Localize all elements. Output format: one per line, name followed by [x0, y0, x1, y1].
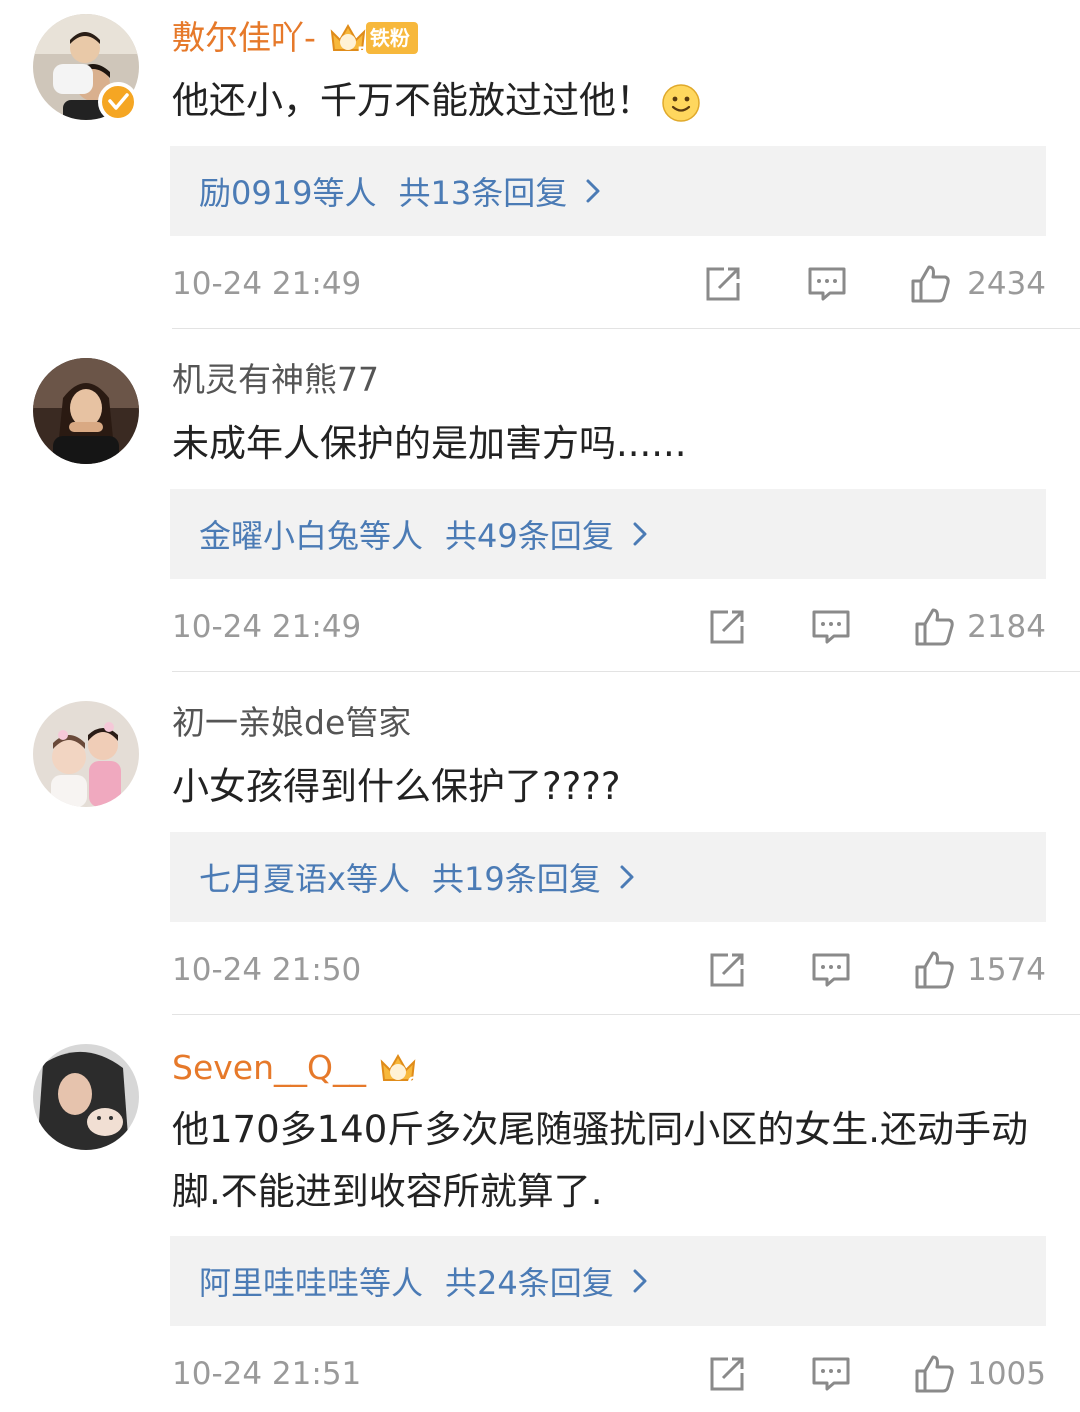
username[interactable]: 初一亲娘de管家	[172, 701, 411, 745]
username[interactable]: 机灵有神熊77	[172, 358, 379, 402]
divider	[172, 328, 1080, 329]
fan-badge: 铁粉	[365, 22, 418, 54]
comment-text: 未成年人保护的是加害方吗......	[172, 413, 1052, 475]
reply-suffix: 等人	[345, 860, 410, 898]
username[interactable]: Seven__Q__	[172, 1046, 366, 1090]
like-button[interactable]	[913, 949, 955, 991]
comment-button[interactable]	[810, 1353, 852, 1395]
like-icon	[915, 608, 954, 646]
avatar[interactable]	[33, 1044, 139, 1150]
repost-button[interactable]	[702, 263, 744, 305]
like-icon	[915, 1355, 954, 1393]
comment-icon	[812, 953, 850, 987]
chevron-right-icon	[620, 865, 634, 889]
like-count: 2434	[967, 266, 1046, 302]
name-row: Seven__Q__ 6	[172, 1046, 420, 1090]
comment-icon	[812, 1357, 850, 1391]
chevron-right-icon	[633, 522, 647, 546]
comment-text: 他还小，千万不能放过过他！	[172, 70, 1052, 132]
reply-count[interactable]: 共13条回复	[398, 168, 567, 214]
reply-summary[interactable]: 阿里哇哇哇 等人 共24条回复	[170, 1236, 1046, 1326]
like-button[interactable]	[909, 263, 951, 305]
reply-users[interactable]: 励0919	[199, 168, 312, 214]
comment-button[interactable]	[806, 263, 848, 305]
comment-button[interactable]	[810, 606, 852, 648]
repost-button[interactable]	[706, 1353, 748, 1395]
reply-users[interactable]: 七月夏语x	[199, 854, 346, 900]
username[interactable]: 敷尔佳吖-	[172, 16, 316, 60]
smile-emoji-icon	[662, 83, 700, 122]
reply-count[interactable]: 共24条回复	[445, 1258, 614, 1304]
timestamp: 10-24 21:49	[172, 609, 362, 645]
reply-summary[interactable]: 励0919 等人 共13条回复	[170, 146, 1046, 236]
repost-button[interactable]	[706, 606, 748, 648]
reply-suffix: 等人	[359, 1264, 424, 1302]
chevron-right-icon	[586, 179, 600, 203]
repost-icon	[706, 267, 740, 301]
comment-text-content: 他170多140斤多次尾随骚扰同小区的女生.还动手动脚.不能进到收容所就算了.	[172, 1108, 1029, 1213]
like-count: 2184	[967, 609, 1046, 645]
chevron-right-icon	[633, 1269, 647, 1293]
like-icon	[911, 265, 950, 303]
divider	[172, 1014, 1080, 1015]
like-icon	[915, 951, 954, 989]
comment-meta: 10-24 21:49 2184	[172, 604, 1046, 650]
like-count: 1005	[967, 1356, 1046, 1392]
comment-button[interactable]	[810, 949, 852, 991]
crown-icon: 5	[330, 23, 368, 60]
reply-summary[interactable]: 金曜小白兔 等人 共49条回复	[170, 489, 1046, 579]
timestamp: 10-24 21:51	[172, 1356, 362, 1392]
reply-users[interactable]: 阿里哇哇哇	[199, 1258, 359, 1304]
repost-icon	[710, 610, 744, 644]
comment-text-content: 未成年人保护的是加害方吗......	[172, 422, 687, 465]
verified-icon	[98, 82, 138, 122]
comment-meta: 10-24 21:49 2434	[172, 261, 1046, 307]
comment-icon	[812, 610, 850, 644]
avatar[interactable]	[33, 358, 139, 464]
crown-icon: 6	[380, 1053, 418, 1090]
reply-count[interactable]: 共49条回复	[445, 511, 614, 557]
name-row: 机灵有神熊77	[172, 358, 379, 402]
comment-meta: 10-24 21:51 1005	[172, 1351, 1046, 1397]
timestamp: 10-24 21:50	[172, 952, 362, 988]
reply-suffix: 等人	[312, 174, 377, 212]
comment-icon	[808, 267, 846, 301]
like-count: 1574	[967, 952, 1046, 988]
like-button[interactable]	[913, 606, 955, 648]
divider	[172, 671, 1080, 672]
repost-icon	[710, 953, 744, 987]
repost-icon	[710, 1357, 744, 1391]
svg-text:6: 6	[407, 1073, 418, 1090]
repost-button[interactable]	[706, 949, 748, 991]
name-row: 敷尔佳吖- 5 铁粉	[172, 16, 418, 60]
comment-text: 小女孩得到什么保护了????	[172, 756, 1052, 818]
reply-count[interactable]: 共19条回复	[432, 854, 601, 900]
name-row: 初一亲娘de管家	[172, 701, 411, 745]
avatar[interactable]	[33, 701, 139, 807]
reply-suffix: 等人	[359, 517, 424, 555]
reply-users[interactable]: 金曜小白兔	[199, 511, 359, 557]
timestamp: 10-24 21:49	[172, 266, 362, 302]
comment-meta: 10-24 21:50 1574	[172, 947, 1046, 993]
reply-summary[interactable]: 七月夏语x 等人 共19条回复	[170, 832, 1046, 922]
comment-text-content: 他还小，千万不能放过过他！	[172, 79, 653, 122]
comment-text-content: 小女孩得到什么保护了????	[172, 765, 621, 808]
like-button[interactable]	[913, 1353, 955, 1395]
comment-text: 他170多140斤多次尾随骚扰同小区的女生.还动手动脚.不能进到收容所就算了.	[172, 1099, 1052, 1223]
